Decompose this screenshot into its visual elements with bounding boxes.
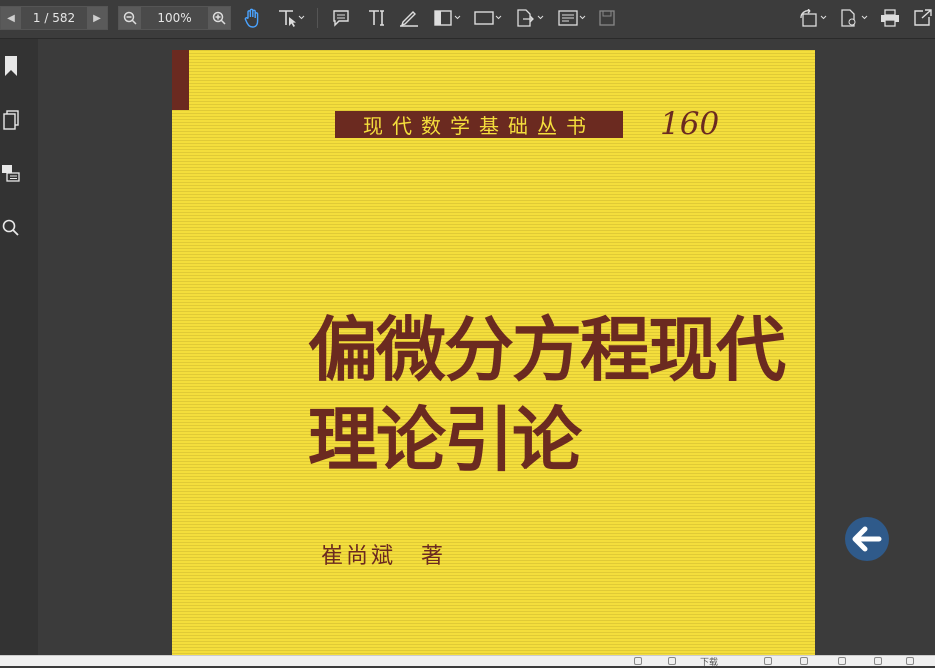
print-icon[interactable]	[879, 6, 901, 30]
column-icon[interactable]	[432, 6, 464, 30]
page-prev-icon[interactable]: ◀	[1, 7, 21, 29]
open-external-icon[interactable]	[912, 6, 934, 30]
back-arrow-icon[interactable]	[845, 517, 889, 561]
toolbar: ◀ 1 / 582 ▶ 100%	[0, 0, 935, 39]
rectangle-icon[interactable]	[472, 6, 504, 30]
sidebar	[0, 39, 38, 655]
status-icon-4[interactable]	[800, 657, 808, 665]
status-icon-3[interactable]	[764, 657, 772, 665]
page-number-input[interactable]: 1 / 582	[21, 11, 87, 25]
select-text-icon[interactable]	[276, 6, 306, 30]
rotate-icon[interactable]	[797, 6, 829, 30]
comment-icon[interactable]	[330, 6, 352, 30]
download-button[interactable]: 下载	[700, 657, 718, 668]
zoom-in-icon[interactable]	[208, 7, 230, 29]
status-bar: 下载	[0, 655, 935, 668]
page-navigator: ◀ 1 / 582 ▶	[0, 6, 108, 30]
book-title-line-2: 理论引论	[308, 398, 582, 481]
bookmark-icon[interactable]	[0, 55, 22, 77]
save-icon[interactable]	[596, 6, 618, 30]
page-next-icon[interactable]: ▶	[87, 7, 107, 29]
pages-icon[interactable]	[0, 109, 22, 131]
zoom-out-icon[interactable]	[119, 7, 141, 29]
cover-spine-tab	[172, 50, 189, 110]
search-icon[interactable]	[0, 217, 22, 239]
book-cover-page: 现代数学基础丛书 160 偏微分方程现代 理论引论 崔尚斌 著	[172, 50, 815, 656]
series-title: 现代数学基础丛书	[335, 111, 623, 138]
page-settings-icon[interactable]	[838, 6, 870, 30]
book-title-line-1: 偏微分方程现代	[308, 308, 786, 391]
form-icon[interactable]	[556, 6, 588, 30]
book-author: 崔尚斌 著	[321, 544, 447, 569]
series-number: 160	[660, 106, 720, 142]
volume-icon[interactable]	[874, 657, 882, 665]
text-tool-icon[interactable]	[366, 6, 388, 30]
zoom-control: 100%	[118, 6, 231, 30]
status-icon-1[interactable]	[634, 657, 642, 665]
status-icon-6[interactable]	[906, 657, 914, 665]
status-icon-5[interactable]	[838, 657, 846, 665]
pen-icon[interactable]	[398, 6, 420, 30]
comments-icon[interactable]	[0, 163, 22, 185]
zoom-level-input[interactable]: 100%	[141, 11, 208, 25]
status-icon-2[interactable]	[668, 657, 676, 665]
toolbar-divider	[317, 8, 318, 28]
hand-tool-icon[interactable]	[240, 6, 264, 30]
export-icon[interactable]	[514, 6, 546, 30]
